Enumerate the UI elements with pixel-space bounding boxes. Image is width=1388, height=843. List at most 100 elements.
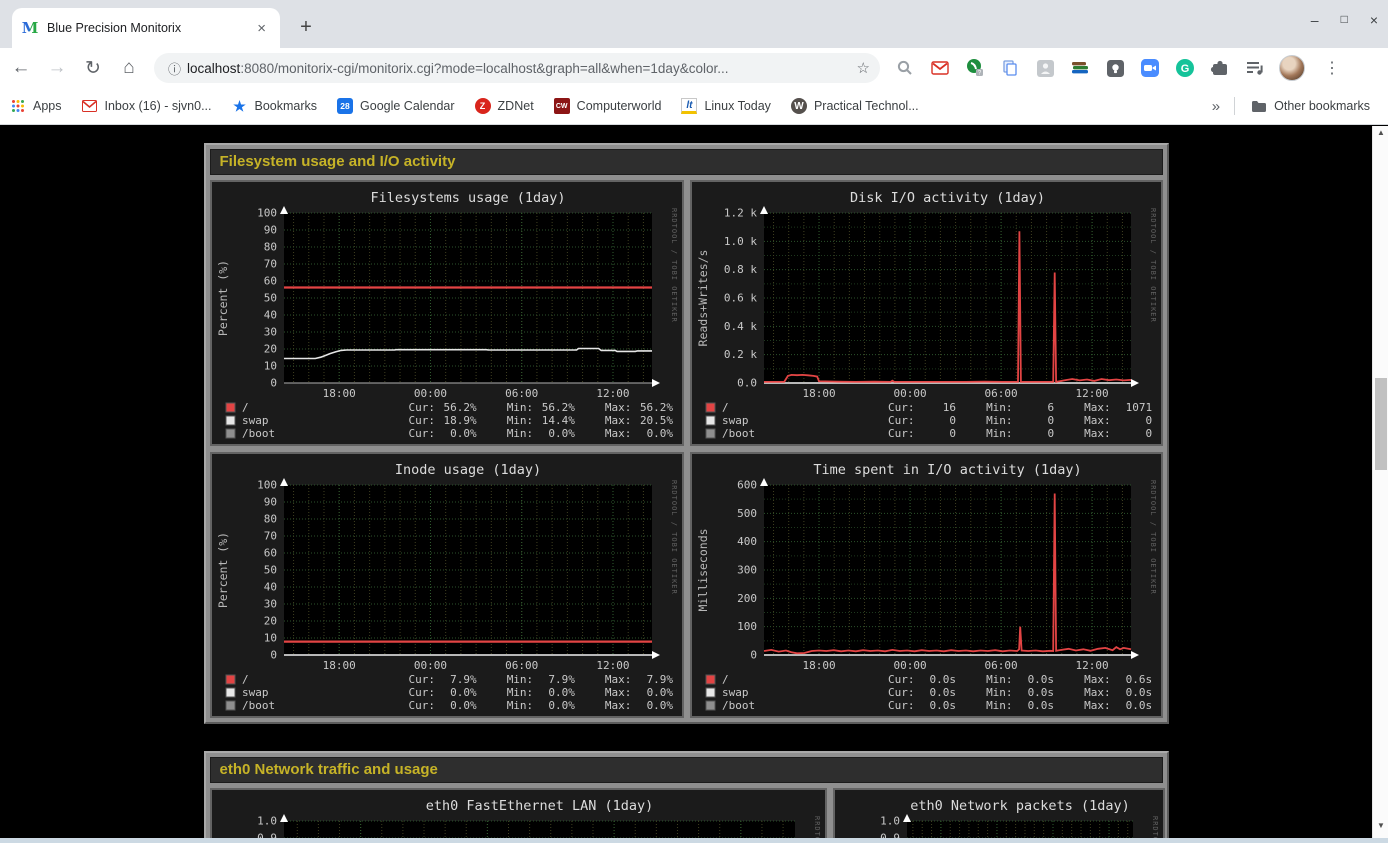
svg-text:600: 600 <box>737 479 757 492</box>
svg-text:Milliseconds: Milliseconds <box>696 528 710 611</box>
svg-text:06:00: 06:00 <box>984 659 1017 672</box>
playlist-icon[interactable] <box>1244 57 1266 79</box>
bookmark-computerworld[interactable]: CW Computerworld <box>544 93 672 119</box>
filesystems-usage-chart[interactable]: 100908070605040302010018:0000:0006:0012:… <box>210 180 684 446</box>
svg-text:0.0%: 0.0% <box>450 699 477 712</box>
forward-icon[interactable]: → <box>42 53 72 83</box>
eth0-lan-chart[interactable]: 1.00.90.80.70.60.50.40.30.20.10.018:0000… <box>210 788 827 838</box>
scrollbar-thumb[interactable] <box>1375 378 1387 470</box>
scroll-down-icon[interactable]: ▼ <box>1373 819 1388 833</box>
back-icon[interactable]: ← <box>6 53 36 83</box>
apps-grid-icon <box>10 98 26 114</box>
svg-text:6: 6 <box>1047 401 1054 414</box>
browser-tab[interactable]: M Blue Precision Monitorix × <box>12 8 280 48</box>
svg-text:18:00: 18:00 <box>322 659 355 672</box>
svg-text:Max:: Max: <box>1084 414 1111 427</box>
grammarly-icon[interactable]: G <box>1174 57 1196 79</box>
profile-avatar[interactable] <box>1279 55 1305 81</box>
google-voice-icon[interactable]: ? <box>964 57 986 79</box>
svg-text:/: / <box>722 673 729 686</box>
bookmarks-overflow-chevron[interactable]: » <box>1204 98 1228 115</box>
window-close-button[interactable]: × <box>1370 12 1378 28</box>
window-minimize-button[interactable]: – <box>1311 12 1319 28</box>
svg-text:eth0 FastEthernet LAN (1day): eth0 FastEthernet LAN (1day) <box>425 798 653 814</box>
svg-text:Max:: Max: <box>604 686 631 699</box>
svg-text:100: 100 <box>257 479 277 492</box>
svg-text:12:00: 12:00 <box>1075 387 1108 400</box>
vertical-scrollbar[interactable]: ▲ ▼ <box>1372 126 1388 838</box>
svg-text:00:00: 00:00 <box>893 659 926 672</box>
eth0-packets-chart[interactable]: 1.00.90.80.70.60.50.40.30.20.10.018:0000… <box>833 788 1165 838</box>
svg-text:200: 200 <box>737 592 757 605</box>
svg-text:Max:: Max: <box>604 427 631 440</box>
svg-text:/boot: /boot <box>242 699 275 712</box>
home-icon[interactable]: ⌂ <box>114 53 144 83</box>
svg-text:Max:: Max: <box>1084 427 1111 440</box>
bookmark-label: Linux Today <box>704 99 771 113</box>
gmail-icon[interactable] <box>929 57 951 79</box>
svg-text:Percent (%): Percent (%) <box>216 260 230 336</box>
bookmark-google-calendar[interactable]: 28 Google Calendar <box>327 93 465 119</box>
copy-pages-icon[interactable] <box>999 57 1021 79</box>
extensions-puzzle-icon[interactable] <box>1209 57 1231 79</box>
new-tab-button[interactable]: + <box>292 14 320 42</box>
svg-text:Cur:: Cur: <box>888 427 915 440</box>
svg-text:0.0s: 0.0s <box>1027 699 1054 712</box>
svg-text:Min:: Min: <box>986 673 1013 686</box>
scroll-up-icon[interactable]: ▲ <box>1373 126 1388 140</box>
svg-text:Max:: Max: <box>604 673 631 686</box>
svg-text:eth0 Network packets (1day): eth0 Network packets (1day) <box>910 798 1129 814</box>
bookmark-label: Bookmarks <box>255 99 318 113</box>
browser-menu-icon[interactable]: ⋮ <box>1318 58 1346 78</box>
svg-text:0.0%: 0.0% <box>548 699 575 712</box>
svg-text:RRDTOOL / TOBI OETIKER: RRDTOOL / TOBI OETIKER <box>1151 816 1159 838</box>
svg-text:0: 0 <box>1047 427 1054 440</box>
svg-text:16: 16 <box>942 401 955 414</box>
svg-text:RRDTOOL / TOBI OETIKER: RRDTOOL / TOBI OETIKER <box>670 208 678 323</box>
svg-text:12:00: 12:00 <box>1075 659 1108 672</box>
tab-close-icon[interactable]: × <box>253 20 270 37</box>
svg-text:300: 300 <box>737 564 757 577</box>
bookmark-practical-technology[interactable]: W Practical Technol... <box>781 93 929 119</box>
time-spent-io-chart[interactable]: 600500400300200100018:0000:0006:0012:00T… <box>690 452 1163 718</box>
zoom-camera-icon[interactable] <box>1139 57 1161 79</box>
site-info-icon[interactable]: ⓘ <box>168 59 181 78</box>
bookmark-linux-today[interactable]: lt Linux Today <box>671 93 781 119</box>
disk-io-activity-chart[interactable]: 1.2 k1.0 k0.8 k0.6 k0.4 k0.2 k0.018:0000… <box>690 180 1163 446</box>
apps-button[interactable]: Apps <box>0 93 72 119</box>
inode-usage-chart[interactable]: 100908070605040302010018:0000:0006:0012:… <box>210 452 684 718</box>
bookmark-zdnet[interactable]: Z ZDNet <box>465 93 544 119</box>
bulb-card-icon[interactable] <box>1104 57 1126 79</box>
svg-text:swap: swap <box>242 686 269 699</box>
svg-text:Time spent in I/O activity (1: Time spent in I/O activity (1day) <box>813 462 1081 478</box>
svg-text:Max:: Max: <box>1084 673 1111 686</box>
gmail-icon <box>82 98 98 114</box>
svg-text:0.0%: 0.0% <box>646 699 673 712</box>
person-frame-icon[interactable] <box>1034 57 1056 79</box>
bookmark-bookmarks[interactable]: ★ Bookmarks <box>222 93 328 119</box>
svg-text:Cur:: Cur: <box>888 401 915 414</box>
svg-text:Max:: Max: <box>1084 699 1111 712</box>
svg-text:10: 10 <box>263 360 276 373</box>
address-bar[interactable]: ⓘ localhost:8080/monitorix-cgi/monitorix… <box>154 53 880 83</box>
svg-text:1.0: 1.0 <box>880 815 900 828</box>
library-books-icon[interactable] <box>1069 57 1091 79</box>
svg-text:12:00: 12:00 <box>596 659 629 672</box>
window-maximize-button[interactable]: □ <box>1341 12 1348 28</box>
svg-text:56.2%: 56.2% <box>639 401 672 414</box>
svg-text:Cur:: Cur: <box>888 686 915 699</box>
bookmark-inbox[interactable]: Inbox (16) - sjvn0... <box>72 93 222 119</box>
svg-text:0.6 k: 0.6 k <box>723 292 756 305</box>
bookmark-label: ZDNet <box>498 99 534 113</box>
svg-text:1.0: 1.0 <box>257 815 277 828</box>
bookmark-star-icon[interactable]: ☆ <box>857 59 870 77</box>
bookmarks-bar: Apps Inbox (16) - sjvn0... ★ Bookmarks 2… <box>0 88 1388 125</box>
search-icon[interactable] <box>894 57 916 79</box>
svg-text:RRDTOOL / TOBI OETIKER: RRDTOOL / TOBI OETIKER <box>813 816 821 838</box>
svg-text:Max:: Max: <box>604 699 631 712</box>
svg-text:Cur:: Cur: <box>408 686 435 699</box>
svg-text:7.9%: 7.9% <box>646 673 673 686</box>
reload-icon[interactable]: ↻ <box>78 53 108 83</box>
other-bookmarks-button[interactable]: Other bookmarks <box>1241 93 1380 119</box>
svg-text:0: 0 <box>1145 414 1152 427</box>
